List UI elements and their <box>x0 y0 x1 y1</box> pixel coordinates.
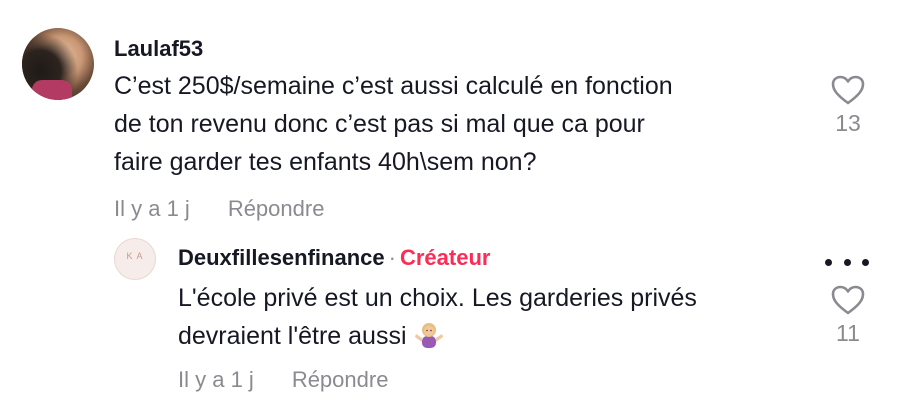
comment-text-line: de ton revenu donc c’est pas si mal que … <box>114 110 645 138</box>
like-count: 13 <box>835 110 861 136</box>
reply-username[interactable]: Deuxfillesenfinance <box>178 245 385 270</box>
avatar-clothing <box>32 80 72 100</box>
comment-text-line: C’est 250$/semaine c’est aussi calculé e… <box>114 72 673 100</box>
avatar[interactable] <box>22 28 94 100</box>
reply-text: L'école privé est un choix. Les garderie… <box>178 279 808 359</box>
creator-badge: Créateur <box>399 245 491 270</box>
more-dots-icon <box>825 258 832 266</box>
like-button[interactable]: 11 <box>828 285 868 347</box>
separator-dot: · <box>388 245 396 270</box>
avatar-initials: K A <box>126 251 144 261</box>
comment-timestamp: Il y a 1 j <box>114 196 190 221</box>
comment-text-line: faire garder tes enfants 40h\sem non? <box>114 148 537 176</box>
comment-username[interactable]: Laulaf53 <box>114 36 203 62</box>
reply-text-line-2: devraient l'être aussi <box>178 317 808 359</box>
heart-outline-icon <box>831 285 865 315</box>
heart-outline-icon <box>831 75 865 105</box>
reply-meta: Il y a 1 j Répondre <box>178 367 388 393</box>
like-count: 11 <box>836 320 860 346</box>
reply-text-fragment: devraient l'être aussi <box>178 322 407 350</box>
reply-button[interactable]: Répondre <box>228 196 325 221</box>
more-dots-icon <box>862 258 869 266</box>
like-button[interactable]: 13 <box>828 75 868 137</box>
woman-shrugging-emoji <box>414 320 443 359</box>
reply-header: Deuxfillesenfinance · Créateur <box>178 245 490 271</box>
comment-text: C’est 250$/semaine c’est aussi calculé e… <box>114 67 814 181</box>
reply-timestamp: Il y a 1 j <box>178 367 254 392</box>
more-options-button[interactable] <box>825 252 869 272</box>
reply-button[interactable]: Répondre <box>292 367 389 392</box>
reply-avatar[interactable]: K A <box>114 238 156 280</box>
more-dots-icon <box>843 258 851 266</box>
comment-meta: Il y a 1 j Répondre <box>114 196 324 222</box>
reply-text-line: L'école privé est un choix. Les garderie… <box>178 284 697 312</box>
